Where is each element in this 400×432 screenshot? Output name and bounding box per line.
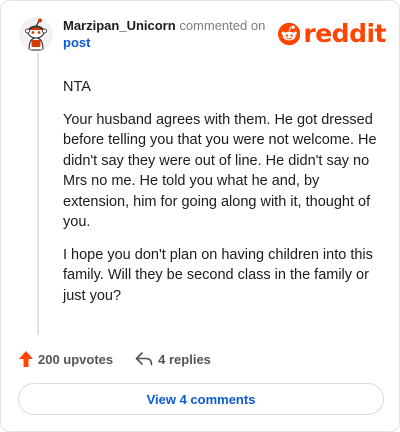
comment-card: Marzipan_Unicorn commented on post reddi… [0, 0, 400, 432]
view-comments-button[interactable]: View 4 comments [18, 383, 384, 415]
replies-count: 4 replies [158, 351, 211, 367]
thread-line [37, 53, 39, 335]
upvote-arrow-icon [19, 351, 33, 367]
comment-paragraph: NTA [63, 79, 91, 95]
username-link[interactable]: Marzipan_Unicorn [63, 18, 176, 33]
replies-button[interactable]: 4 replies [135, 352, 211, 367]
reddit-snoo-icon [278, 22, 301, 46]
reddit-wordmark: reddit [303, 19, 386, 48]
upvote-button[interactable]: 200 upvotes [19, 351, 113, 367]
upvote-count: 200 upvotes [38, 351, 114, 367]
comment-paragraph: Your husband agrees with them. He got dr… [63, 111, 377, 231]
user-avatar[interactable] [19, 17, 53, 51]
reddit-logo[interactable]: reddit [278, 19, 386, 49]
snoo-avatar-icon [19, 17, 53, 51]
commented-on-text: commented on [179, 18, 266, 33]
comment-body: NTA Your husband agrees with them. He go… [63, 77, 385, 318]
comment-paragraph: I hope you don't plan on having children… [63, 246, 373, 304]
comment-actions: 200 upvotes 4 replies [19, 349, 211, 369]
reply-arrow-icon [135, 352, 153, 366]
comment-header: Marzipan_Unicorn commented on post [63, 17, 273, 51]
post-link[interactable]: post [63, 35, 90, 50]
